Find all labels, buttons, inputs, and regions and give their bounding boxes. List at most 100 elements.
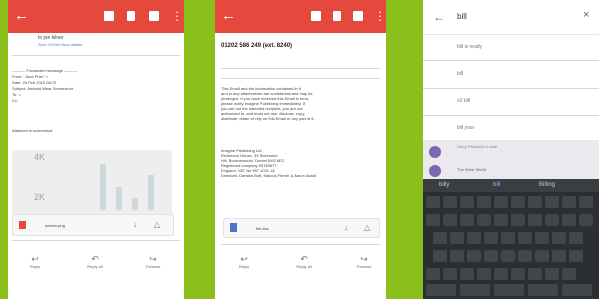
- divider: [423, 60, 599, 61]
- keyboard-key[interactable]: [528, 196, 542, 208]
- save-to-drive-icon[interactable]: △: [154, 220, 160, 229]
- prediction-bar: billy bill Billing: [423, 179, 599, 192]
- keyboard-key[interactable]: [443, 268, 457, 280]
- reply-all-button[interactable]: ↶ Reply all: [289, 254, 319, 270]
- more-vert-icon[interactable]: ⋮: [171, 9, 183, 23]
- keyboard-key[interactable]: [460, 214, 474, 226]
- y-tick-label: 4K: [34, 152, 46, 162]
- keyboard-key[interactable]: [518, 250, 532, 262]
- keyboard-key[interactable]: [426, 284, 456, 296]
- delete-icon[interactable]: [333, 11, 341, 21]
- back-arrow-icon[interactable]: ←: [433, 10, 445, 24]
- keyboard-key[interactable]: [426, 214, 440, 226]
- keyboard-key[interactable]: [494, 268, 508, 280]
- reply-button[interactable]: ↩ Reply: [20, 254, 50, 270]
- save-to-drive-icon[interactable]: △: [364, 223, 370, 232]
- cc-line: Cc:: [12, 98, 18, 103]
- keyboard-key[interactable]: [528, 214, 542, 226]
- keyboard-key[interactable]: [562, 268, 576, 280]
- archive-icon[interactable]: [104, 11, 114, 21]
- keyboard-key[interactable]: [552, 232, 566, 244]
- keyboard-key[interactable]: [545, 214, 559, 226]
- keyboard-key[interactable]: [545, 196, 559, 208]
- back-arrow-icon[interactable]: ←: [14, 8, 29, 24]
- keyboard-key[interactable]: [569, 232, 583, 244]
- keyboard-key[interactable]: [511, 268, 525, 280]
- keyboard-key[interactable]: [477, 196, 491, 208]
- forward-button[interactable]: ↪ Forward: [138, 254, 168, 270]
- keyboard-key[interactable]: [450, 232, 464, 244]
- keyboard-key[interactable]: [467, 232, 481, 244]
- keyboard-key[interactable]: [511, 214, 525, 226]
- reply-all-button[interactable]: ↶ Reply all: [80, 254, 110, 270]
- keyboard-key[interactable]: [545, 268, 559, 280]
- back-arrow-icon[interactable]: ←: [221, 8, 236, 24]
- mail-icon[interactable]: [353, 11, 363, 21]
- prediction-word[interactable]: bill: [493, 182, 500, 188]
- prediction-word[interactable]: billy: [439, 182, 449, 188]
- keyboard-key[interactable]: [484, 250, 498, 262]
- list-item: The Wear World: [457, 167, 486, 172]
- keyboard-key[interactable]: [569, 250, 583, 262]
- download-icon[interactable]: ↓: [133, 220, 137, 229]
- keyboard-key[interactable]: [494, 214, 508, 226]
- company-address: Imagine Publishing Ltd, Richmond House, 3…: [221, 148, 381, 178]
- divider: [423, 115, 599, 116]
- keyboard-key[interactable]: [443, 196, 457, 208]
- delete-icon[interactable]: [127, 11, 135, 21]
- forward-button[interactable]: ↪ Forward: [349, 254, 379, 270]
- keyboard-key[interactable]: [460, 196, 474, 208]
- date-line: Date: 24 Feb 2015 08:72: [12, 80, 57, 85]
- keyboard-key[interactable]: [562, 284, 592, 296]
- divider: [12, 240, 180, 241]
- keyboard-key[interactable]: [535, 232, 549, 244]
- app-bar: ← ⋮: [215, 0, 386, 33]
- keyboard-key[interactable]: [426, 268, 440, 280]
- close-icon[interactable]: ×: [583, 9, 589, 21]
- search-input[interactable]: bill: [457, 12, 467, 21]
- keyboard-key[interactable]: [501, 250, 515, 262]
- attachment-card[interactable]: file.doc ↓ △: [223, 218, 380, 238]
- keyboard-key[interactable]: [433, 250, 447, 262]
- image-file-icon: [19, 221, 26, 229]
- keyboard-key[interactable]: [518, 232, 532, 244]
- keyboard-key[interactable]: [460, 268, 474, 280]
- divider: [423, 88, 599, 89]
- keyboard-key[interactable]: [477, 214, 491, 226]
- keyboard-key[interactable]: [443, 214, 457, 226]
- prediction-word[interactable]: Billing: [539, 182, 555, 188]
- keyboard-key[interactable]: [562, 196, 576, 208]
- keyboard-key[interactable]: [579, 214, 593, 226]
- view-details-link[interactable]: Sent 24 Feb View details: [38, 42, 82, 47]
- keyboard-key[interactable]: [494, 284, 524, 296]
- keyboard-key[interactable]: [562, 214, 576, 226]
- keyboard-key[interactable]: [433, 232, 447, 244]
- keyboard-key[interactable]: [528, 268, 542, 280]
- suggestion-item[interactable]: bill your: [457, 125, 474, 131]
- download-icon[interactable]: ↓: [344, 223, 348, 232]
- keyboard-key[interactable]: [426, 196, 440, 208]
- keyboard-key[interactable]: [494, 196, 508, 208]
- text-line: distribute, retain or rely on this Email…: [221, 116, 315, 121]
- keyboard-key[interactable]: [501, 232, 515, 244]
- subject-line: Subject: Android Wear Screenshot: [12, 86, 74, 91]
- attachment-card[interactable]: screen.png ↓ △: [12, 214, 174, 236]
- archive-icon[interactable]: [311, 11, 321, 21]
- keyboard-key[interactable]: [450, 250, 464, 262]
- keyboard-key[interactable]: [552, 250, 566, 262]
- keyboard-key[interactable]: [467, 250, 481, 262]
- reply-button[interactable]: ↩ Reply: [229, 254, 259, 270]
- keyboard-key[interactable]: [484, 232, 498, 244]
- avatar: [429, 146, 441, 158]
- keyboard-key[interactable]: [579, 196, 593, 208]
- suggestion-item[interactable]: bill is ready: [457, 44, 482, 50]
- keyboard-key[interactable]: [528, 284, 558, 296]
- suggestion-item[interactable]: bill: [457, 71, 463, 77]
- more-vert-icon[interactable]: ⋮: [374, 9, 386, 23]
- keyboard-key[interactable]: [511, 196, 525, 208]
- keyboard-key[interactable]: [535, 250, 549, 262]
- suggestion-item[interactable]: o2 bill: [457, 98, 470, 104]
- mail-icon[interactable]: [149, 11, 159, 21]
- keyboard-key[interactable]: [477, 268, 491, 280]
- keyboard-key[interactable]: [460, 284, 490, 296]
